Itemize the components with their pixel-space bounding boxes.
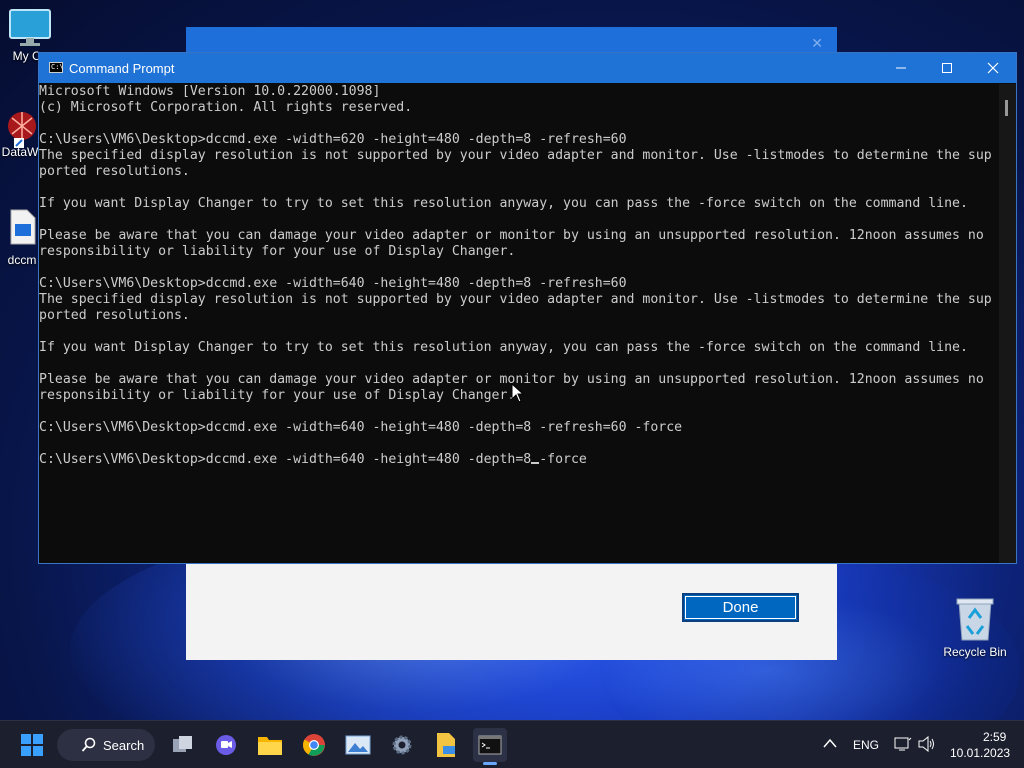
console-output[interactable]: Microsoft Windows [Version 10.0.22000.10… bbox=[39, 84, 1001, 562]
command-prompt-titlebar[interactable]: C:\ Command Prompt bbox=[39, 53, 1016, 83]
search-icon bbox=[81, 737, 96, 752]
file-explorer-button[interactable] bbox=[253, 728, 287, 762]
console-line: C:\Users\VM6\Desktop>dccmd.exe -width=64… bbox=[39, 420, 683, 435]
window-title: Command Prompt bbox=[69, 61, 175, 76]
network-icon[interactable] bbox=[894, 736, 912, 755]
desktop-icon-recycle-bin[interactable]: Recycle Bin bbox=[940, 596, 1010, 659]
console-line: If you want Display Changer to try to se… bbox=[39, 196, 968, 211]
console-line: The specified display resolution is not … bbox=[39, 292, 992, 307]
command-prompt-window: C:\ Command Prompt Microsoft Windows [Ve… bbox=[38, 52, 1017, 564]
language-indicator[interactable]: ENG bbox=[853, 738, 879, 752]
scrollbar-thumb[interactable] bbox=[1005, 100, 1008, 116]
done-button[interactable]: Done bbox=[682, 593, 799, 622]
vertical-scrollbar[interactable] bbox=[999, 84, 1016, 563]
file-icon bbox=[10, 209, 36, 245]
console-line: Please be aware that you can damage your… bbox=[39, 228, 984, 243]
command-prompt-taskbar-button[interactable] bbox=[473, 728, 507, 762]
prompt-text: C:\Users\VM6\Desktop>dccmd.exe -width=64… bbox=[39, 452, 587, 467]
datawrapper-icon bbox=[8, 112, 36, 148]
search-button[interactable]: Search bbox=[57, 729, 155, 761]
desktop-icon-dccmd[interactable]: dccm bbox=[4, 208, 40, 267]
close-icon bbox=[987, 62, 999, 74]
desktop-icon-label: DataW bbox=[1, 145, 39, 159]
task-view-button[interactable] bbox=[166, 728, 200, 762]
console-line: C:\Users\VM6\Desktop>dccmd.exe -width=64… bbox=[39, 276, 627, 291]
command-prompt-icon bbox=[478, 735, 502, 755]
recycle-bin-label: Recycle Bin bbox=[943, 645, 1007, 659]
desktop-icon-label: dccm bbox=[7, 253, 37, 267]
chevron-up-icon[interactable] bbox=[823, 735, 837, 753]
teams-chat-button[interactable] bbox=[209, 728, 243, 762]
notepad-button[interactable] bbox=[429, 728, 463, 762]
monitor-icon bbox=[9, 9, 51, 46]
console-line: If you want Display Changer to try to se… bbox=[39, 340, 968, 355]
close-icon[interactable]: ✕ bbox=[811, 35, 823, 52]
settings-icon bbox=[392, 735, 412, 755]
text-caret bbox=[531, 462, 540, 464]
photos-icon bbox=[345, 735, 371, 755]
active-app-indicator bbox=[483, 762, 497, 765]
clock-date[interactable]: 10.01.2023 bbox=[950, 746, 1010, 760]
close-button[interactable] bbox=[970, 53, 1016, 83]
console-line: (c) Microsoft Corporation. All rights re… bbox=[39, 100, 413, 115]
console-line: ported resolutions. bbox=[39, 308, 190, 323]
desktop-icon-datawrapper[interactable]: DataW bbox=[0, 108, 40, 159]
maximize-icon bbox=[942, 63, 952, 73]
clock-time[interactable]: 2:59 bbox=[983, 730, 1006, 744]
chrome-button[interactable] bbox=[297, 728, 331, 762]
console-line: Microsoft Windows [Version 10.0.22000.10… bbox=[39, 84, 381, 99]
file-explorer-icon bbox=[258, 737, 282, 755]
taskbar: Search ENG 2:59 10.01.2023 bbox=[0, 720, 1024, 768]
photos-button[interactable] bbox=[341, 728, 375, 762]
console-prompt-line[interactable]: C:\Users\VM6\Desktop>dccmd.exe -width=64… bbox=[39, 452, 1001, 468]
search-label: Search bbox=[103, 737, 145, 753]
maximize-button[interactable] bbox=[924, 53, 970, 83]
volume-icon[interactable] bbox=[918, 735, 936, 755]
chrome-icon bbox=[303, 734, 325, 756]
desktop: My Co DataW dccm Recycle Bin ✕ Done C:\ … bbox=[0, 0, 1024, 720]
recycle-bin-icon bbox=[956, 598, 994, 641]
teams-chat-icon bbox=[216, 735, 236, 755]
console-line: The specified display resolution is not … bbox=[39, 148, 992, 163]
start-button[interactable] bbox=[15, 728, 49, 762]
console-line: ported resolutions. bbox=[39, 164, 190, 179]
command-prompt-app-icon: C:\ bbox=[49, 62, 64, 73]
console-line: C:\Users\VM6\Desktop>dccmd.exe -width=62… bbox=[39, 132, 627, 147]
mouse-pointer-icon bbox=[511, 383, 525, 403]
console-line: responsibility or liability for your use… bbox=[39, 244, 516, 259]
task-view-icon bbox=[173, 736, 192, 752]
minimize-icon bbox=[896, 67, 906, 69]
minimize-button[interactable] bbox=[878, 53, 924, 83]
notepad-icon bbox=[437, 733, 455, 757]
start-icon bbox=[21, 734, 43, 756]
settings-button[interactable] bbox=[385, 728, 419, 762]
